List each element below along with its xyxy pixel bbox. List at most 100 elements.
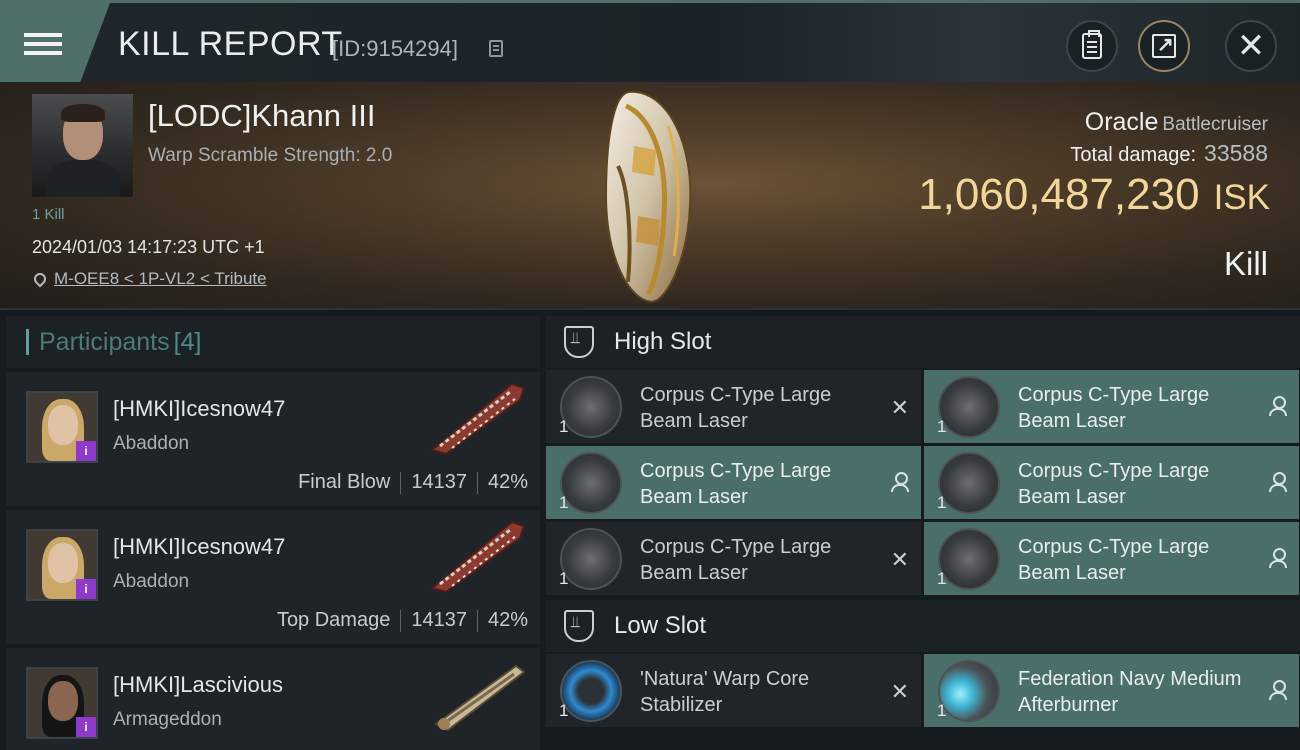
module-name: Corpus C-Type Large Beam Laser [640,460,832,508]
map-pin-icon [31,270,49,288]
module-quantity: 1 [559,417,569,436]
module-quantity: 1 [559,701,569,720]
low-slot-grid: 1 'Natura' Warp Core Stabilizer ✕ 1 Fede… [546,652,1300,729]
role-badge-icon: i [76,441,96,461]
laser-module-icon [938,528,1000,590]
isk-unit: ISK [1213,178,1270,217]
victim-ship-image [604,90,692,304]
module-item[interactable]: 1 Corpus C-Type Large Beam Laser [546,446,921,519]
participant-tag: Final Blow [298,471,391,493]
participant-stats: Final Blow 14137 42% [298,471,528,494]
module-name: Corpus C-Type Large Beam Laser [640,384,832,432]
total-damage-label: Total damage: [1070,144,1197,166]
dropped-person-icon [1269,396,1287,416]
close-button[interactable]: ✕ [1225,20,1277,72]
close-icon: ✕ [1236,27,1266,65]
afterburner-icon [938,660,1000,722]
total-damage-value: 33588 [1204,140,1268,166]
page-title: KILL REPORT [118,25,343,63]
participant-name: [HMKI]Lascivious [113,672,283,697]
module-quantity: 1 [937,701,947,720]
kill-location: M-OEE8 < 1P-VL2 < Tribute [31,269,267,289]
low-slot-icon [564,610,594,642]
participants-header: Participants [4] [6,316,540,368]
module-item[interactable]: 1 Corpus C-Type Large Beam Laser ✕ [546,522,921,595]
copy-icon[interactable] [489,40,503,57]
module-item[interactable]: 1 Corpus C-Type Large Beam Laser ✕ [546,370,921,443]
ship-name: Oracle [1084,108,1159,136]
participant-avatar: i [26,667,98,739]
laser-module-icon [938,452,1000,514]
participant-ship-image [434,664,526,732]
high-slot-label: High Slot [614,328,712,355]
participant-ship: Abaddon [113,433,190,454]
participants-label: Participants [39,327,170,356]
module-name: 'Natura' Warp Core Stabilizer [640,668,810,716]
role-badge-icon: i [76,717,96,737]
module-item[interactable]: 1 'Natura' Warp Core Stabilizer ✕ [546,654,921,727]
kill-count: 1 Kill [32,206,65,223]
module-item[interactable]: 1 Corpus C-Type Large Beam Laser [924,370,1299,443]
laser-module-icon [560,528,622,590]
participant-damage: 14137 [411,471,467,493]
victim-avatar[interactable] [32,94,133,197]
victim-subtitle: Warp Scramble Strength: 2.0 [148,145,393,166]
menu-button[interactable] [0,3,110,85]
header-bar: KILL REPORT [ID:9154294] ✕ [0,0,1300,85]
participant-ship-image [429,520,526,594]
clipboard-button[interactable] [1066,20,1118,72]
low-slot-label: Low Slot [614,612,707,639]
clipboard-icon [1082,30,1102,59]
low-slot-header: Low Slot [546,600,1300,652]
module-name: Corpus C-Type Large Beam Laser [640,536,832,584]
participant-row[interactable]: i [HMKI]Icesnow47 Abaddon Top Damage 141… [6,510,540,644]
destroyed-x-icon: ✕ [890,395,909,420]
kill-report-screen: KILL REPORT [ID:9154294] ✕ [LODC]Khann I… [0,0,1300,750]
isk-value: 1,060,487,230 ISK [918,170,1270,220]
participant-ship: Abaddon [113,571,190,592]
participant-row[interactable]: i [HMKI]Icesnow47 Abaddon Final Blow 141… [6,372,540,506]
participant-tag: Top Damage [276,609,391,631]
kill-timestamp: 2024/01/03 14:17:23 UTC +1 [32,237,265,257]
module-quantity: 1 [559,569,569,588]
share-button[interactable] [1138,20,1190,72]
location-link[interactable]: M-OEE8 < 1P-VL2 < Tribute [54,269,267,289]
warp-core-stabilizer-icon [560,660,622,722]
participant-stats: Top Damage 14137 42% [277,609,528,632]
participant-avatar: i [26,529,98,601]
participant-damage: 14137 [411,609,467,631]
participant-ship: Armageddon [113,709,222,730]
laser-module-icon [560,376,622,438]
module-quantity: 1 [559,493,569,512]
fitting-panel: High Slot 1 Corpus C-Type Large Beam Las… [546,316,1300,750]
destroyed-x-icon: ✕ [890,547,909,572]
isk-amount: 1,060,487,230 [918,170,1200,219]
participant-percent: 42% [487,471,528,493]
high-slot-grid: 1 Corpus C-Type Large Beam Laser ✕ 1 Cor… [546,368,1300,597]
high-slot-icon [564,326,594,358]
module-item[interactable]: 1 Corpus C-Type Large Beam Laser [924,446,1299,519]
module-name: Federation Navy Medium Afterburner [1018,668,1242,716]
participant-ship-image [429,382,526,456]
module-name: Corpus C-Type Large Beam Laser [1018,384,1210,432]
participant-name: [HMKI]Icesnow47 [113,396,286,421]
participant-avatar: i [26,391,98,463]
victim-name[interactable]: [LODC]Khann III [148,98,375,134]
module-item[interactable]: 1 Corpus C-Type Large Beam Laser [924,522,1299,595]
module-name: Corpus C-Type Large Beam Laser [1018,536,1210,584]
victim-ship[interactable]: Oracle Battlecruiser [1085,108,1268,137]
module-quantity: 1 [937,493,947,512]
participant-name: [HMKI]Icesnow47 [113,534,286,559]
role-badge-icon: i [76,579,96,599]
victim-banner: [LODC]Khann III Warp Scramble Strength: … [0,82,1300,310]
dropped-person-icon [1269,548,1287,568]
laser-module-icon [938,376,1000,438]
participant-percent: 42% [487,609,528,631]
laser-module-icon [560,452,622,514]
module-item[interactable]: 1 Federation Navy Medium Afterburner [924,654,1299,727]
dropped-person-icon [1269,680,1287,700]
total-damage: Total damage: 33588 [1070,140,1268,167]
share-icon [1152,32,1176,58]
kill-result: Kill [1223,245,1268,282]
participant-row[interactable]: i [HMKI]Lascivious Armageddon [6,648,540,750]
